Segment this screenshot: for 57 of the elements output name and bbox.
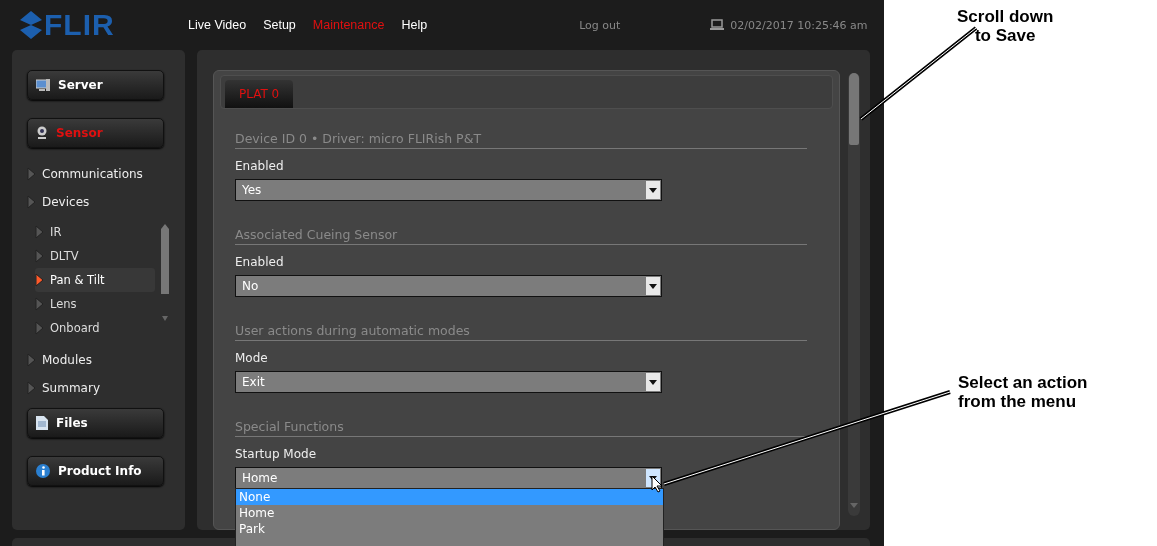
- sidebar-subitem[interactable]: Pan & Tilt: [35, 268, 155, 292]
- logout-link[interactable]: Log out: [579, 18, 621, 32]
- webcam-icon: [36, 126, 48, 140]
- triangle-icon: [27, 195, 36, 209]
- scroll-down-arrow-icon[interactable]: [848, 502, 860, 510]
- sidebar-item[interactable]: Modules: [27, 346, 185, 374]
- callout-text: Select an action from the menu: [958, 373, 1088, 411]
- sidebar-subitem[interactable]: DLTV: [35, 244, 155, 268]
- sidebar-button[interactable]: Product Info: [27, 456, 164, 486]
- sidebar-item[interactable]: Summary: [27, 374, 185, 402]
- sidebar-button[interactable]: Files: [27, 408, 164, 438]
- dropdown-field[interactable]: No: [235, 275, 662, 297]
- triangle-icon: [35, 273, 44, 287]
- monitor-icon: [36, 78, 50, 92]
- scrollbar-thumb[interactable]: [849, 73, 859, 145]
- dropdown-field[interactable]: Yes: [235, 179, 662, 201]
- section-title: User actions during automatic modes: [235, 323, 807, 341]
- sidebar-button[interactable]: Server: [27, 70, 164, 100]
- callout-text: Scroll down to Save: [957, 7, 1054, 45]
- section-title: Special Functions: [235, 419, 807, 437]
- dropdown-option[interactable]: Park: [236, 521, 663, 537]
- field-label: Enabled: [235, 255, 285, 269]
- scrollbar[interactable]: [848, 73, 860, 516]
- nav-link[interactable]: Help: [401, 18, 428, 32]
- triangle-icon: [27, 353, 36, 367]
- field-label: Enabled: [235, 159, 285, 173]
- section-title: Device ID 0 • Driver: micro FLIRish P&T: [235, 131, 807, 149]
- triangle-icon: [35, 297, 44, 311]
- dropdown-option[interactable]: Home: [236, 505, 663, 521]
- dropdown-field[interactable]: Home: [235, 467, 662, 489]
- nav-link[interactable]: Setup: [263, 18, 296, 32]
- triangle-icon: [35, 321, 44, 335]
- triangle-icon: [35, 225, 44, 239]
- sidebar-subitem[interactable]: Onboard: [35, 316, 155, 340]
- sidebar-item[interactable]: Communications: [27, 160, 185, 188]
- date-time: 02/02/2017 10:25:46 am: [730, 18, 868, 32]
- document-icon: [36, 416, 48, 430]
- field-label: Startup Mode: [235, 447, 318, 461]
- dropdown-field[interactable]: Exit: [235, 371, 662, 393]
- cursor-icon: [651, 475, 663, 493]
- laptop-icon: [710, 19, 725, 31]
- caret-icon: [649, 379, 657, 385]
- nav-link[interactable]: Maintenance: [312, 18, 385, 32]
- section-title: Associated Cueing Sensor: [235, 227, 807, 245]
- info-icon: [36, 464, 50, 478]
- sidebar-subitem[interactable]: IR: [35, 220, 155, 244]
- triangle-icon: [27, 167, 36, 181]
- triangle-icon: [35, 249, 44, 263]
- triangle-icon: [27, 381, 36, 395]
- field-label: Mode: [235, 351, 269, 365]
- nav-link[interactable]: Live Video: [188, 18, 247, 32]
- logo-mark-icon: [20, 11, 42, 39]
- logo-text: FLIR: [44, 8, 115, 42]
- sidebar-subitem[interactable]: Lens: [35, 292, 155, 316]
- caret-icon: [649, 283, 657, 289]
- caret-icon: [649, 187, 657, 193]
- sidebar-item[interactable]: Devices: [27, 188, 185, 216]
